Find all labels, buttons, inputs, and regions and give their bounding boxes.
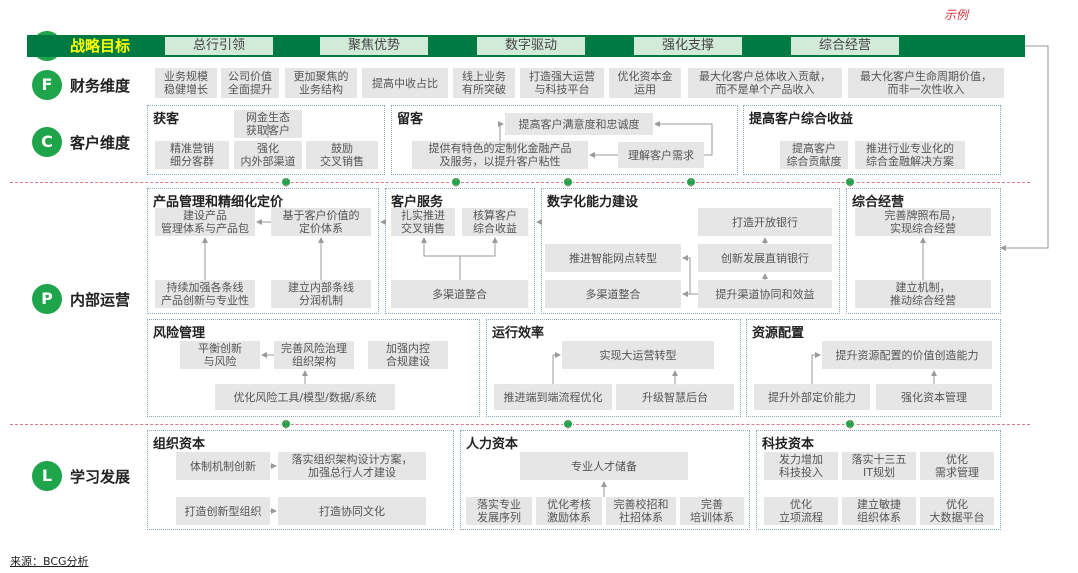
connector-arrows xyxy=(202,45,1049,514)
